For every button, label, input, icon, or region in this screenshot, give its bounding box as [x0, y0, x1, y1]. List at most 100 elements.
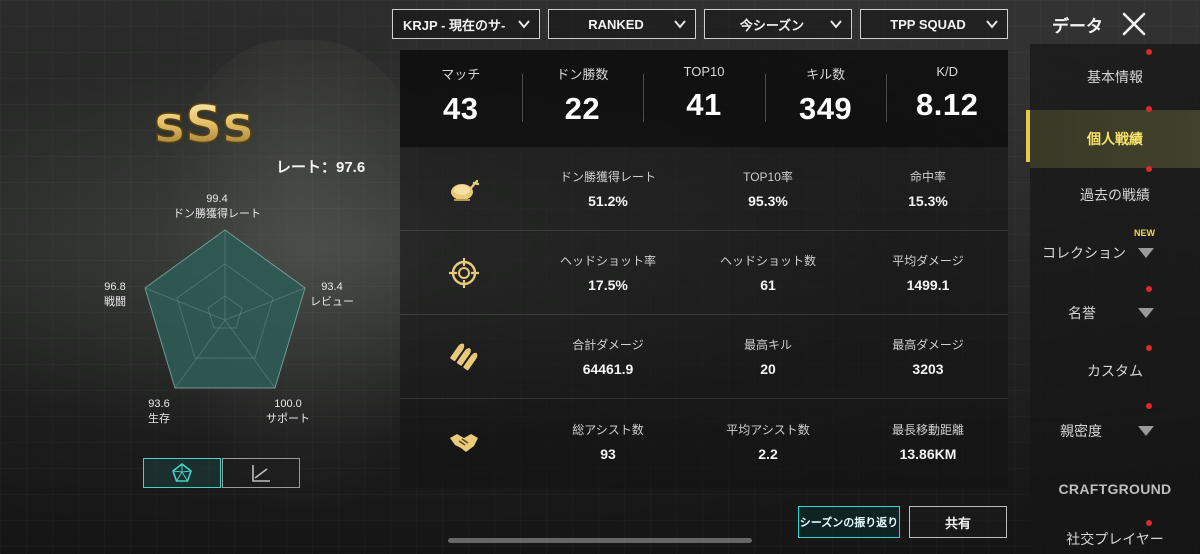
- stat-value: 15.3%: [908, 193, 948, 209]
- sidebar-item-label: 個人戦績: [1087, 131, 1143, 147]
- server-dropdown-label: KRJP - 現在のサ-: [403, 17, 506, 33]
- sidebar-item-label: 基本情報: [1087, 69, 1143, 85]
- summary-bar: マッチ 43 ドン勝数 22 TOP10 41 キル数 349 K/D 8.12: [400, 50, 1008, 147]
- stat-value: 13.86KM: [899, 445, 957, 462]
- rating-label: レート：97.6: [276, 159, 366, 176]
- mode-dropdown[interactable]: RANKED: [548, 9, 696, 39]
- radar-name: 生存: [148, 413, 170, 425]
- squad-dropdown-label: TPP SQUAD: [890, 16, 966, 32]
- stat-label: 命中率: [909, 170, 946, 184]
- line-view-toggle[interactable]: [222, 458, 300, 488]
- notification-dot: [1146, 166, 1152, 172]
- summary-value: 43: [443, 91, 479, 126]
- sidebar-item-label: CRAFTGROUND: [1058, 481, 1172, 497]
- summary-kd: K/D 8.12: [886, 50, 1008, 147]
- stats-row-accuracy: ヘッドショット率 17.5% ヘッドショット数 61 平均ダメージ 1499.1: [400, 231, 1008, 315]
- chevron-down-icon: [518, 20, 530, 29]
- stat-cell: 最高キル 20: [688, 336, 848, 377]
- summary-label: ドン勝数: [556, 67, 609, 82]
- stat-cell: 命中率 15.3%: [848, 168, 1008, 209]
- crosshair-icon: [449, 257, 479, 288]
- filter-bar: KRJP - 現在のサ- RANKED 今シーズン TPP SQUAD: [392, 9, 1008, 39]
- season-dropdown[interactable]: 今シーズン: [704, 9, 852, 39]
- stat-cell: 最長移動距離 13.86KM: [848, 421, 1008, 462]
- radar-value: 99.4: [206, 193, 228, 205]
- triangle-down-icon: [1138, 248, 1154, 258]
- new-badge: NEW: [1134, 228, 1155, 238]
- sidebar-item-label: カスタム: [1087, 363, 1143, 379]
- sidebar-item-personal-record[interactable]: 個人戦績: [1030, 110, 1200, 168]
- sidebar-item-label: 過去の戦績: [1080, 187, 1150, 203]
- stat-value: 20: [760, 361, 776, 377]
- page-title: データ: [1052, 17, 1103, 37]
- handshake-icon: [450, 434, 478, 452]
- pentagon-icon: [172, 462, 192, 482]
- summary-value: 349: [798, 91, 853, 126]
- radar-value: 96.8: [104, 281, 126, 293]
- radar-view-toggle[interactable]: [143, 458, 221, 488]
- bullets-icon: [450, 343, 478, 370]
- stat-cell: ドン勝獲得レート 51.2%: [528, 168, 688, 209]
- stat-value: 17.5%: [588, 277, 628, 293]
- radar-axis-top: 99.4 ドン勝獲得レート: [173, 192, 261, 222]
- sidebar-item-intimacy[interactable]: 親密度: [1030, 402, 1200, 460]
- stats-row-wins: ドン勝獲得レート 51.2% TOP10率 95.3% 命中率 15.3%: [400, 147, 1008, 231]
- stats-panel: マッチ 43 ドン勝数 22 TOP10 41 キル数 349 K/D 8.12: [400, 50, 1008, 488]
- sidebar-item-honor[interactable]: 名誉: [1030, 284, 1200, 342]
- summary-matches: マッチ 43: [400, 50, 522, 147]
- sidebar-item-label: 名誉: [1068, 305, 1096, 321]
- squad-dropdown[interactable]: TPP SQUAD: [860, 9, 1008, 39]
- stat-label: 平均アシスト数: [726, 422, 810, 437]
- summary-wins: ドン勝数 22: [521, 50, 644, 147]
- stat-cell: TOP10率 95.3%: [688, 168, 848, 209]
- radar-name: サポート: [266, 413, 310, 425]
- stat-value: 93: [600, 445, 616, 462]
- stat-cell: 最高ダメージ 3203: [848, 336, 1008, 377]
- chevron-down-icon: [986, 20, 998, 29]
- triangle-down-icon: [1138, 308, 1154, 318]
- stats-row-damage: 合計ダメージ 64461.9 最高キル 20 最高ダメージ 3203: [400, 315, 1008, 399]
- stat-value: 51.2%: [588, 193, 628, 209]
- stat-label: TOP10率: [743, 170, 793, 184]
- sidebar-item-label: 親密度: [1060, 423, 1102, 439]
- summary-label: TOP10: [683, 64, 725, 79]
- sidebar-item-social-players[interactable]: 社交プレイヤー: [1030, 510, 1200, 554]
- notification-dot: [1146, 286, 1152, 292]
- mode-dropdown-label: RANKED: [588, 16, 644, 32]
- sidebar-item-collection[interactable]: NEW コレクション: [1030, 224, 1200, 282]
- radar-chart: [144, 229, 306, 389]
- stat-label: 合計ダメージ: [572, 338, 644, 352]
- share-button[interactable]: 共有: [909, 506, 1007, 538]
- notification-dot: [1146, 106, 1152, 112]
- radar-name: ドン勝獲得レート: [173, 208, 261, 220]
- sidebar-item-past-record[interactable]: 過去の戦績: [1030, 166, 1200, 224]
- stat-cell: 総アシスト数 93: [528, 421, 688, 462]
- radar-value: 93.6: [148, 398, 170, 410]
- home-indicator: [448, 538, 752, 543]
- sidebar-item-basic-info[interactable]: 基本情報: [1030, 48, 1200, 106]
- stat-label: 総アシスト数: [572, 422, 644, 437]
- stat-label: ドン勝獲得レート: [559, 170, 656, 184]
- chevron-down-icon: [674, 20, 686, 29]
- notification-dot: [1146, 345, 1152, 351]
- summary-value: 8.12: [916, 87, 979, 122]
- season-review-button[interactable]: シーズンの振り返り: [798, 506, 900, 538]
- chevron-down-icon: [830, 20, 842, 29]
- radar-axis-bottom-left: 93.6 生存: [148, 397, 170, 427]
- sidebar-item-custom[interactable]: カスタム: [1030, 342, 1200, 400]
- summary-value: 22: [564, 91, 601, 126]
- line-chart-icon: [252, 465, 270, 482]
- summary-label: マッチ: [441, 67, 481, 82]
- rank-emblem: sSs: [153, 94, 254, 154]
- stat-value: 64461.9: [582, 361, 634, 377]
- stat-label: 最長移動距離: [891, 422, 964, 437]
- summary-kills: キル数 349: [764, 50, 887, 147]
- stat-label: ヘッドショット率: [559, 254, 656, 268]
- server-dropdown[interactable]: KRJP - 現在のサ-: [392, 9, 540, 39]
- summary-label: K/D: [936, 64, 958, 79]
- summary-label: キル数: [806, 67, 846, 82]
- close-icon[interactable]: [1120, 10, 1148, 38]
- stat-value: 95.3%: [748, 193, 788, 209]
- stat-value: 61: [760, 277, 776, 293]
- stat-cell: ヘッドショット率 17.5%: [528, 252, 688, 293]
